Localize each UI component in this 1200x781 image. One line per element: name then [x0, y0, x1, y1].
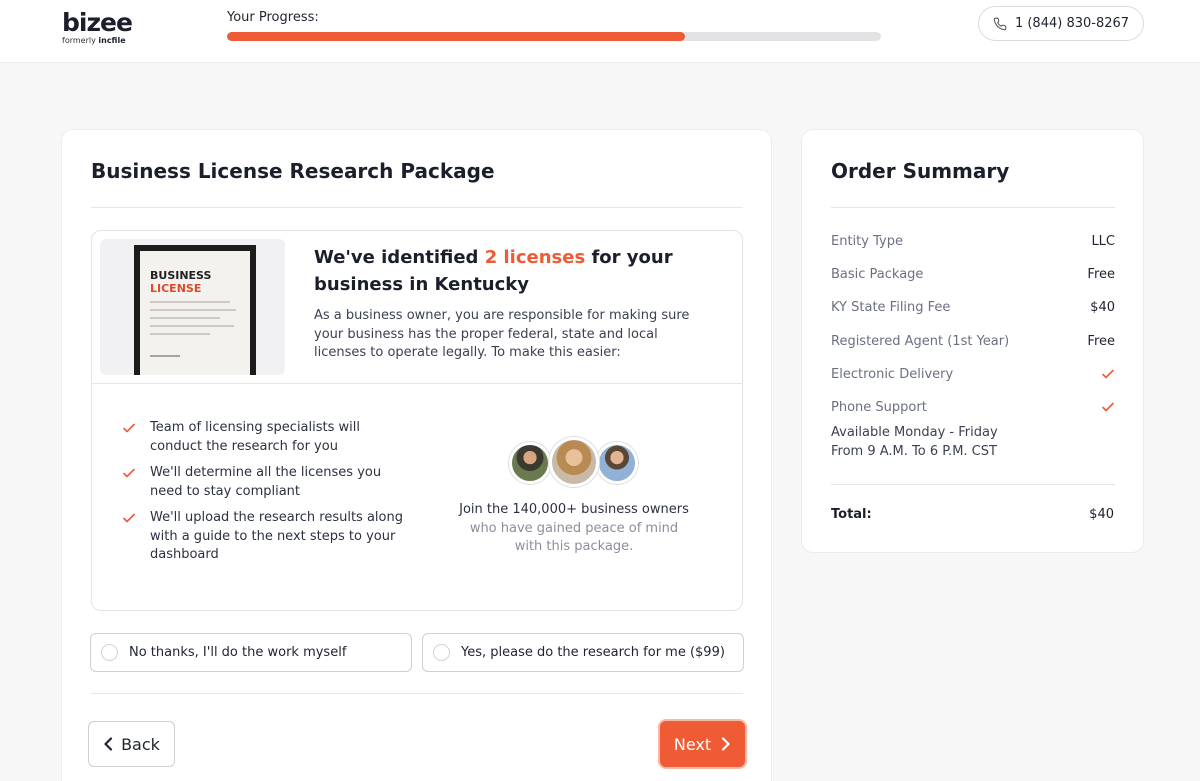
paper-line [150, 333, 210, 335]
check-icon [123, 468, 135, 478]
summary-row-basic-package: Basic Package Free [831, 266, 1115, 282]
summary-row-registered-agent: Registered Agent (1st Year) Free [831, 333, 1115, 349]
avatar [509, 442, 551, 484]
avatar [596, 442, 638, 484]
next-button[interactable]: Next [660, 721, 745, 767]
option-decline-label: No thanks, I'll do the work myself [129, 645, 347, 660]
progress-bar [227, 32, 881, 41]
summary-divider [831, 207, 1115, 208]
summary-row-phone-support: Phone Support [831, 397, 1115, 417]
footer-divider [91, 693, 743, 694]
package-card: Business License Research Package BUSINE… [61, 129, 772, 781]
list-item: We'll upload the research results along … [122, 509, 412, 565]
avatar [549, 437, 599, 487]
paper-line [150, 317, 220, 319]
option-accept-label: Yes, please do the research for me ($99) [461, 645, 725, 660]
customer-avatars [507, 437, 642, 489]
page-title: Business License Research Package [91, 159, 495, 183]
next-label: Next [673, 734, 712, 754]
back-button[interactable]: Back [88, 721, 175, 767]
radio-decline[interactable] [101, 644, 118, 661]
license-frame: BUSINESS LICENSE [134, 245, 256, 375]
title-divider [91, 207, 743, 208]
progress-bar-fill [227, 32, 685, 41]
total-label: Total: [831, 507, 872, 522]
phone-button[interactable]: 1 (844) 830-8267 [978, 6, 1144, 41]
list-item: We'll determine all the licenses you nee… [122, 464, 412, 501]
bizee-logo[interactable]: bizee formerly incfile [62, 8, 142, 50]
license-paper: BUSINESS LICENSE [140, 251, 250, 375]
benefits-list: Team of licensing specialists will condu… [122, 419, 412, 573]
phone-number: 1 (844) 830-8267 [1014, 16, 1130, 31]
phone-icon [993, 17, 1007, 30]
summary-row-electronic-delivery: Electronic Delivery [831, 364, 1115, 384]
paper-line [150, 301, 230, 303]
progress-label: Your Progress: [227, 10, 319, 25]
chevron-right-icon [722, 737, 730, 751]
paper-line [150, 325, 234, 327]
list-item: Team of licensing specialists will condu… [122, 419, 412, 456]
check-icon [1102, 402, 1114, 412]
summary-row-entity-type: Entity Type LLC [831, 233, 1115, 249]
license-title-line2: LICENSE [150, 282, 202, 295]
summary-row-filing-fee: KY State Filing Fee $40 [831, 299, 1115, 315]
social-proof-text: Join the 140,000+ business owners who ha… [459, 502, 689, 554]
total-value: $40 [1089, 507, 1114, 522]
chevron-left-icon [104, 737, 113, 751]
radio-accept[interactable] [433, 644, 450, 661]
signature-mark [150, 355, 180, 357]
package-headline: We've identified 2 licenses for your bus… [314, 247, 673, 295]
inner-divider [92, 383, 742, 384]
license-title-line1: BUSINESS [150, 269, 212, 282]
logo-subtitle: formerly incfile [62, 36, 126, 45]
back-label: Back [121, 734, 160, 754]
package-details: BUSINESS LICENSE We've identified 2 lice… [91, 230, 743, 611]
check-icon [1102, 369, 1114, 379]
option-decline[interactable]: No thanks, I'll do the work myself [90, 633, 412, 672]
license-count: 2 licenses [484, 247, 586, 268]
check-icon [123, 423, 135, 433]
paper-line [150, 309, 236, 311]
logo-wordmark: bizee [62, 8, 133, 37]
support-hours: Available Monday - Friday From 9 A.M. To… [831, 425, 998, 459]
total-divider [831, 484, 1115, 485]
order-summary: Order Summary Entity Type LLC Basic Pack… [801, 129, 1144, 553]
license-image: BUSINESS LICENSE [100, 239, 285, 375]
option-accept[interactable]: Yes, please do the research for me ($99) [422, 633, 744, 672]
summary-title: Order Summary [831, 159, 1010, 183]
package-intro: As a business owner, you are responsible… [314, 308, 690, 360]
top-bar: bizee formerly incfile Your Progress: 1 … [0, 0, 1200, 63]
check-icon [123, 513, 135, 523]
